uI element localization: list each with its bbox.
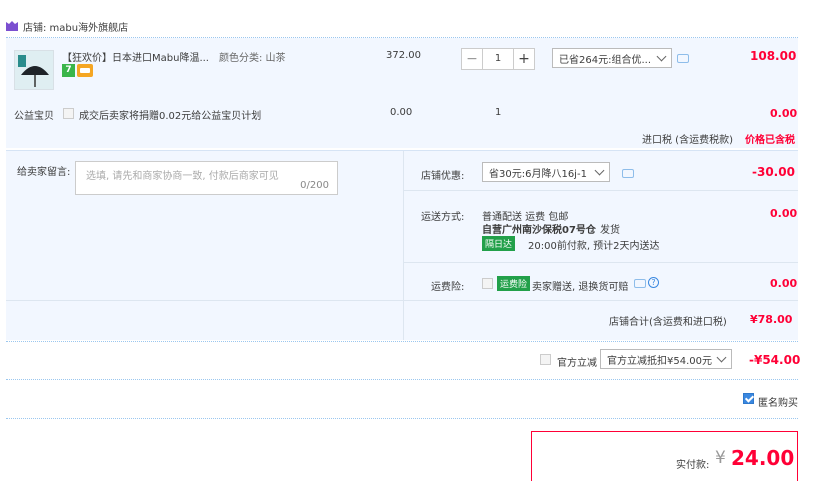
shipping-note: 发货 <box>600 225 620 236</box>
currency-symbol: ¥ <box>715 448 726 468</box>
divider <box>404 262 798 263</box>
message-textarea[interactable]: 选填, 请先和商家协商一致, 付款后商家可见 0/200 <box>75 161 338 195</box>
divider <box>6 300 798 301</box>
shop-name[interactable]: 店铺: mabu海外旗舰店 <box>23 19 128 34</box>
item-discount-value: 已省264元:组合优... <box>559 54 651 66</box>
charity-price: 0.00 <box>390 107 413 118</box>
unit-price: 372.00 <box>386 50 421 61</box>
product-sku: 颜色分类: 山茶 <box>218 53 286 64</box>
next-day-tag-text: 隔日达 <box>485 240 513 250</box>
divider <box>403 151 404 340</box>
anonymous-checkbox[interactable] <box>743 393 754 404</box>
chevron-down-icon <box>716 352 727 362</box>
decrease-qty-button[interactable]: − <box>461 48 483 70</box>
official-discount-label: 官方立减 <box>557 358 597 369</box>
payment-label: 实付款: <box>676 460 710 471</box>
quantity-stepper[interactable]: − 1 + <box>461 48 535 70</box>
seven-day-return-badge: 7 <box>62 64 75 77</box>
shipping-label: 运送方式: <box>421 212 465 223</box>
shop-icon <box>6 21 18 31</box>
chevron-down-icon <box>594 165 605 175</box>
shop-discount-value: 省30元:6月降八16j-1 <box>489 168 587 180</box>
chat-icon[interactable] <box>677 54 689 63</box>
charity-label: 公益宝贝 <box>14 111 54 122</box>
card-icon <box>77 64 93 77</box>
shop-discount-label: 店铺优惠: <box>421 171 465 182</box>
insurance-text: 卖家赠送, 退换货可赔 <box>532 282 629 293</box>
import-tax-value: 价格已含税 <box>745 135 795 146</box>
increase-qty-button[interactable]: + <box>513 48 535 70</box>
help-icon[interactable]: ? <box>648 277 659 288</box>
official-discount-amount: -¥54.00 <box>749 353 801 367</box>
chevron-down-icon <box>656 51 667 61</box>
umbrella-image <box>15 51 53 89</box>
chat-icon[interactable] <box>622 169 634 178</box>
charity-text: 成交后卖家将捐赠0.02元给公益宝贝计划 <box>79 111 262 122</box>
official-discount-select[interactable]: 官方立减抵扣¥54.00元 <box>600 349 732 369</box>
payment-amount: 24.00 <box>731 446 795 470</box>
insurance-checkbox[interactable] <box>482 278 493 289</box>
insurance-tag: 运费险 <box>497 276 531 291</box>
anonymous-label: 匿名购买 <box>758 398 798 409</box>
shop-total-value: ¥78.00 <box>750 313 793 326</box>
shop-discount-select[interactable]: 省30元:6月降八16j-1 <box>482 162 610 182</box>
message-placeholder: 选填, 请先和商家协商一致, 付款后商家可见 <box>86 171 279 182</box>
import-tax-label: 进口税 (含运费税款) <box>642 135 733 146</box>
product-info: 【狂欢价】日本进口Mabu降温... 颜色分类: 山茶 <box>62 49 286 64</box>
divider <box>6 341 798 342</box>
product-badges: 7 <box>62 64 93 77</box>
charity-subtotal: 0.00 <box>770 107 798 120</box>
item-discount-select[interactable]: 已省264元:组合优... <box>552 48 672 68</box>
product-title[interactable]: 【狂欢价】日本进口Mabu降温... <box>62 49 209 64</box>
next-day-tag: 隔日达 <box>482 236 516 251</box>
shipping-amount: 0.00 <box>770 207 798 220</box>
shop-header: 店铺: mabu海外旗舰店 <box>6 16 128 36</box>
product-thumbnail[interactable] <box>14 50 54 90</box>
item-subtotal: 108.00 <box>750 49 797 63</box>
payment-summary: 实付款: ¥ 24.00 <box>531 431 798 481</box>
shipping-warehouse: 自营广州南沙保税07号仓 <box>482 225 596 236</box>
shop-discount-amount: -30.00 <box>752 165 795 179</box>
insurance-label: 运费险: <box>431 282 465 293</box>
charity-qty: 1 <box>495 107 502 118</box>
charity-checkbox[interactable] <box>63 108 74 119</box>
official-discount-value: 官方立减抵扣¥54.00元 <box>607 355 712 367</box>
divider <box>404 190 798 191</box>
quantity-input[interactable]: 1 <box>483 48 513 70</box>
insurance-tag-text: 运费险 <box>500 280 528 290</box>
insurance-amount: 0.00 <box>770 277 798 290</box>
message-counter: 0/200 <box>300 180 329 191</box>
message-label: 给卖家留言: <box>17 167 71 178</box>
divider <box>6 418 798 419</box>
divider <box>6 379 798 380</box>
chat-icon[interactable] <box>634 279 646 288</box>
official-discount-checkbox[interactable] <box>540 354 551 365</box>
shop-total-label: 店铺合计(含运费和进口税) <box>609 317 727 328</box>
shipping-timing: 20:00前付款, 预计2天内送达 <box>528 241 660 252</box>
